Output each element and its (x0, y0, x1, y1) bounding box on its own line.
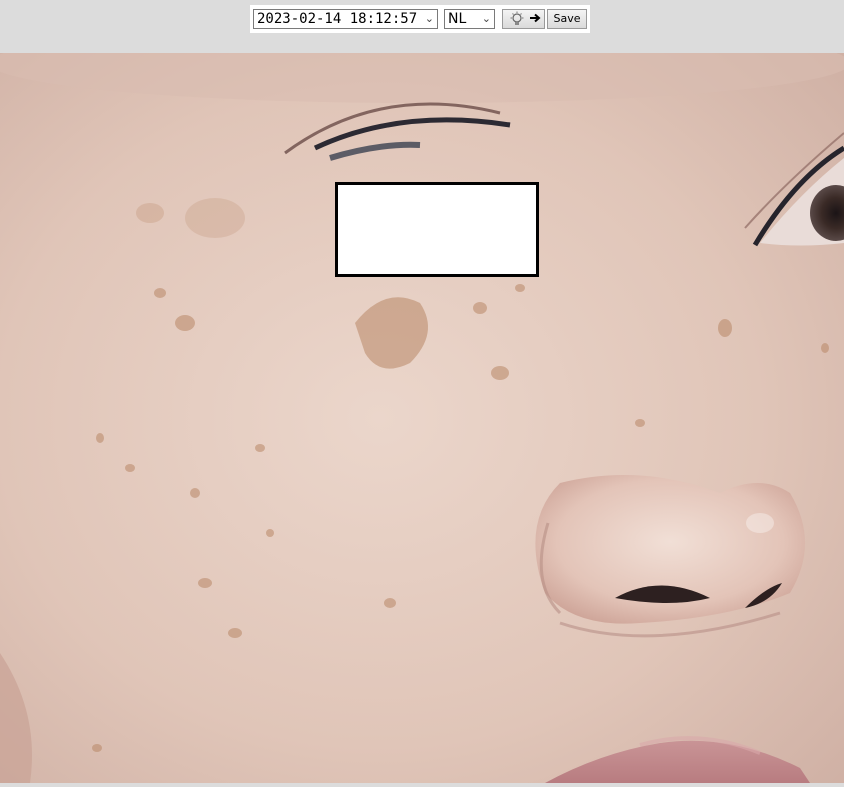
face-image (0, 23, 844, 783)
skin-photo (0, 23, 844, 783)
chevron-down-icon: ⌄ (481, 12, 491, 25)
language-select[interactable]: NL ⌄ (444, 9, 495, 29)
light-bulb-arrow-icon (510, 11, 541, 25)
eye-redaction-box (335, 182, 539, 277)
datetime-value: 2023-02-14 18:12:57 (257, 11, 418, 27)
datetime-select[interactable]: 2023-02-14 18:12:57 ⌄ (253, 9, 438, 29)
light-toggle-button[interactable] (502, 9, 545, 29)
chevron-down-icon: ⌄ (424, 12, 434, 25)
toolbar: 2023-02-14 18:12:57 ⌄ NL ⌄ Save (250, 5, 590, 33)
toolbar-bar: 2023-02-14 18:12:57 ⌄ NL ⌄ Save (0, 0, 844, 53)
language-value: NL (448, 11, 467, 27)
save-button[interactable]: Save (547, 9, 587, 29)
